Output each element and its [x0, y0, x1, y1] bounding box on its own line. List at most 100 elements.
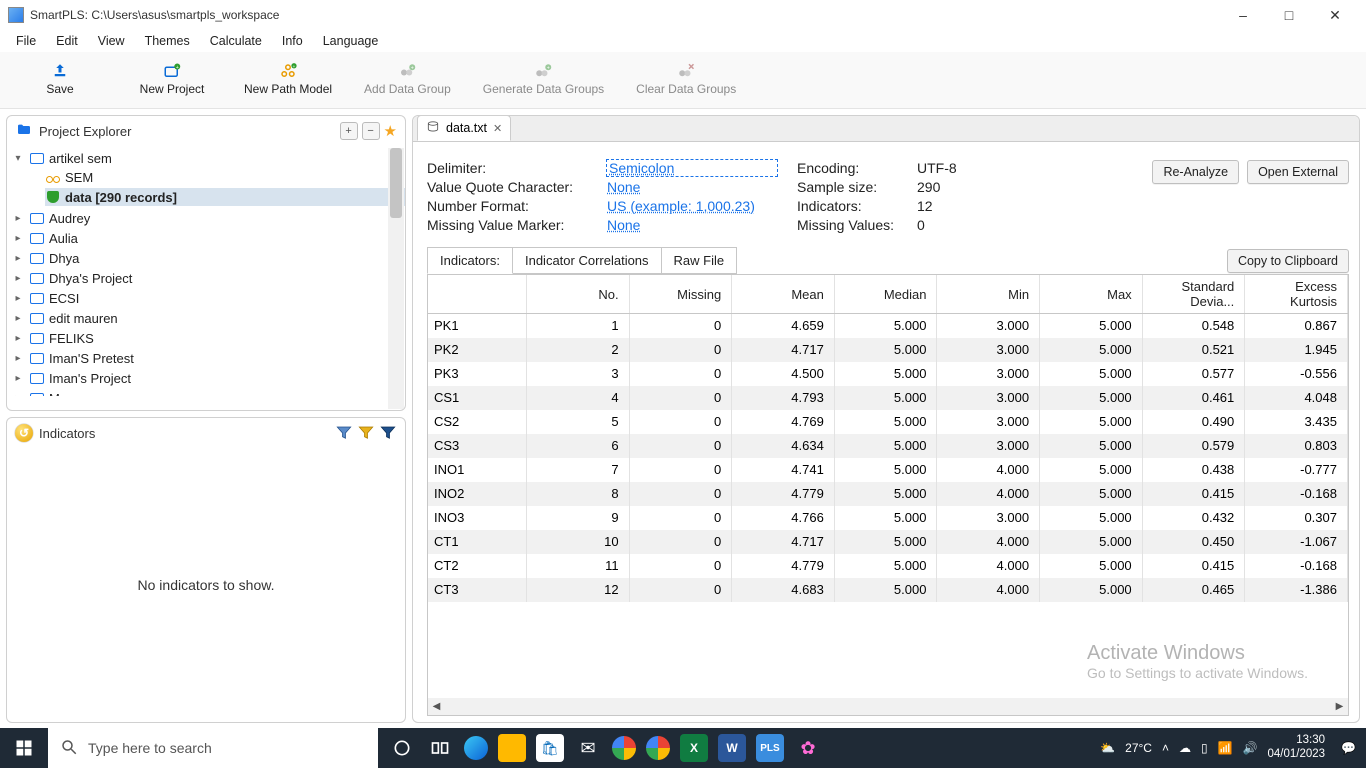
filter-gold-icon[interactable] — [357, 424, 375, 442]
tree-item[interactable]: ECSI — [49, 291, 79, 306]
tree-item[interactable]: Iman'S Pretest — [49, 351, 134, 366]
onedrive-icon[interactable]: ☁ — [1179, 741, 1191, 755]
open-external-button[interactable]: Open External — [1247, 160, 1349, 184]
chrome-icon[interactable] — [612, 736, 636, 760]
maximize-button[interactable]: □ — [1266, 0, 1312, 30]
tree-item[interactable]: SEM — [65, 170, 93, 185]
close-button[interactable]: ✕ — [1312, 0, 1358, 30]
table-row[interactable]: INO3904.7665.0003.0005.0000.4320.307 — [428, 506, 1348, 530]
col-name[interactable] — [428, 275, 527, 314]
volume-icon[interactable]: 🔊 — [1243, 741, 1258, 755]
col-min[interactable]: Min — [937, 275, 1040, 314]
generate-data-groups-button[interactable]: + Generate Data Groups — [483, 62, 604, 96]
project-tree[interactable]: ▾artikel sem SEM data [290 records] ▸Aud… — [7, 146, 405, 396]
clock[interactable]: 13:30 04/01/2023 — [1267, 734, 1331, 762]
smartpls-icon[interactable]: PLS — [756, 734, 784, 762]
mail-icon[interactable]: ✉ — [574, 734, 602, 762]
col-median[interactable]: Median — [834, 275, 937, 314]
add-data-group-button[interactable]: + Add Data Group — [364, 62, 451, 96]
col-no[interactable]: No. — [527, 275, 630, 314]
tree-item[interactable]: artikel sem — [49, 151, 112, 166]
table-row[interactable]: PK1104.6595.0003.0005.0000.5480.867 — [428, 314, 1348, 338]
table-row[interactable]: INO2804.7795.0004.0005.0000.415-0.168 — [428, 482, 1348, 506]
subtab-raw-file[interactable]: Raw File — [661, 247, 738, 274]
table-row[interactable]: INO1704.7415.0004.0005.0000.438-0.777 — [428, 458, 1348, 482]
expand-all-button[interactable]: + — [340, 122, 358, 140]
chevron-up-icon[interactable]: ˄ — [1162, 741, 1169, 755]
table-row[interactable]: CT31204.6835.0004.0005.0000.465-1.386 — [428, 578, 1348, 602]
scroll-left-icon[interactable]: ◀ — [428, 698, 445, 715]
menubar: File Edit View Themes Calculate Info Lan… — [0, 30, 1366, 52]
new-path-model-button[interactable]: + New Path Model — [244, 62, 332, 96]
menu-language[interactable]: Language — [313, 32, 389, 50]
favorite-icon[interactable]: ★ — [384, 122, 397, 140]
tree-item[interactable]: FELIKS — [49, 331, 94, 346]
menu-file[interactable]: File — [6, 32, 46, 50]
menu-calculate[interactable]: Calculate — [200, 32, 272, 50]
taskbar-search[interactable]: Type here to search — [48, 728, 378, 768]
tree-item[interactable]: Dhya's Project — [49, 271, 132, 286]
store-icon[interactable]: 🛍 — [536, 734, 564, 762]
battery-icon[interactable]: ▯ — [1201, 741, 1208, 755]
table-row[interactable]: PK2204.7175.0003.0005.0000.5211.945 — [428, 338, 1348, 362]
tab-data[interactable]: data.txt ✕ — [417, 115, 511, 141]
col-mean[interactable]: Mean — [732, 275, 835, 314]
task-view-icon[interactable] — [426, 734, 454, 762]
scrollbar[interactable] — [388, 148, 404, 409]
vqc-value[interactable]: None — [607, 179, 777, 195]
menu-view[interactable]: View — [88, 32, 135, 50]
tree-item[interactable]: Mauren — [49, 391, 93, 397]
delimiter-value[interactable]: Semicolon — [607, 160, 777, 176]
weather-temp[interactable]: 27°C — [1125, 741, 1152, 755]
filter-icon[interactable] — [335, 424, 353, 442]
tree-item-selected[interactable]: data [290 records] — [65, 190, 177, 205]
subtab-indicators[interactable]: Indicators: — [427, 247, 513, 274]
tree-item[interactable]: Aulia — [49, 231, 78, 246]
new-project-button[interactable]: + New Project — [132, 62, 212, 96]
snip-icon[interactable]: ✿ — [794, 734, 822, 762]
menu-themes[interactable]: Themes — [135, 32, 200, 50]
mvm-value[interactable]: None — [607, 217, 777, 233]
chrome2-icon[interactable] — [646, 736, 670, 760]
indicator-table[interactable]: No. Missing Mean Median Min Max Standard… — [427, 274, 1349, 716]
tree-item[interactable]: Dhya — [49, 251, 79, 266]
table-row[interactable]: CT21104.7795.0004.0005.0000.415-0.168 — [428, 554, 1348, 578]
save-button[interactable]: Save — [20, 62, 100, 96]
table-row[interactable]: CS1404.7935.0003.0005.0000.4614.048 — [428, 386, 1348, 410]
close-tab-icon[interactable]: ✕ — [493, 122, 502, 135]
tree-item[interactable]: edit mauren — [49, 311, 118, 326]
subtab-correlations[interactable]: Indicator Correlations — [512, 247, 662, 274]
word-icon[interactable]: W — [718, 734, 746, 762]
horizontal-scrollbar[interactable]: ◀ ▶ — [428, 698, 1348, 715]
excel-icon[interactable]: X — [680, 734, 708, 762]
table-row[interactable]: PK3304.5005.0003.0005.0000.577-0.556 — [428, 362, 1348, 386]
collapse-all-button[interactable]: − — [362, 122, 380, 140]
weather-icon[interactable]: ⛅ — [1100, 741, 1115, 755]
nf-value[interactable]: US (example: 1,000.23) — [607, 198, 777, 214]
table-row[interactable]: CS3604.6345.0003.0005.0000.5790.803 — [428, 434, 1348, 458]
edge-icon[interactable] — [464, 736, 488, 760]
col-missing[interactable]: Missing — [629, 275, 732, 314]
tree-item[interactable]: Audrey — [49, 211, 90, 226]
table-row[interactable]: CT11004.7175.0004.0005.0000.450-1.067 — [428, 530, 1348, 554]
reanalyze-button[interactable]: Re-Analyze — [1152, 160, 1239, 184]
tabstrip: data.txt ✕ — [413, 116, 1359, 142]
indicators-icon: ↺ — [15, 424, 33, 442]
table-row[interactable]: CS2504.7695.0003.0005.0000.4903.435 — [428, 410, 1348, 434]
col-ek[interactable]: Excess Kurtosis — [1245, 275, 1348, 314]
filter-dark-icon[interactable] — [379, 424, 397, 442]
scroll-right-icon[interactable]: ▶ — [1331, 698, 1348, 715]
col-max[interactable]: Max — [1040, 275, 1143, 314]
notifications-icon[interactable]: 💬 — [1341, 741, 1356, 755]
cortana-icon[interactable] — [388, 734, 416, 762]
copy-clipboard-button[interactable]: Copy to Clipboard — [1227, 249, 1349, 273]
menu-edit[interactable]: Edit — [46, 32, 88, 50]
tree-item[interactable]: Iman's Project — [49, 371, 131, 386]
clear-data-groups-button[interactable]: Clear Data Groups — [636, 62, 736, 96]
file-explorer-icon[interactable] — [498, 734, 526, 762]
wifi-icon[interactable]: 📶 — [1218, 741, 1233, 755]
menu-info[interactable]: Info — [272, 32, 313, 50]
start-button[interactable] — [0, 728, 48, 768]
minimize-button[interactable]: – — [1220, 0, 1266, 30]
col-sd[interactable]: Standard Devia... — [1142, 275, 1245, 314]
